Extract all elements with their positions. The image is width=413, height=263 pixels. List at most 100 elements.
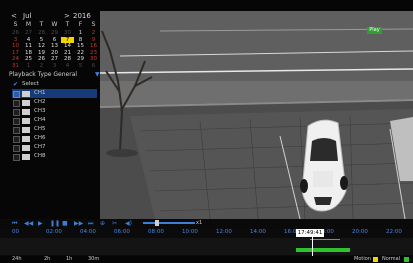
calendar-day[interactable]: 16 (87, 43, 100, 50)
playback-type[interactable]: Playback Type General ▼ (9, 70, 100, 79)
zoom-1h-button[interactable]: 1h (66, 256, 72, 263)
calendar-day[interactable]: 9 (87, 37, 100, 44)
calendar-day[interactable]: 13 (48, 43, 61, 50)
calendar-day[interactable]: 1 (22, 63, 35, 70)
calendar-day[interactable]: 26 (9, 30, 22, 37)
calendar-day[interactable]: 27 (48, 56, 61, 63)
channel-checkbox[interactable] (13, 118, 20, 125)
check-icon[interactable]: ✔ (13, 80, 18, 89)
chevron-down-icon[interactable]: ▼ (95, 70, 100, 79)
channel-checkbox[interactable] (13, 91, 20, 98)
calendar-day[interactable]: 1 (74, 30, 87, 37)
channel-checkbox[interactable] (13, 109, 20, 116)
record-segment[interactable] (296, 248, 350, 252)
calendar-day[interactable]: 27 (22, 30, 35, 37)
normal-legend-swatch (404, 257, 409, 262)
calendar-day[interactable]: 5 (35, 37, 48, 44)
record-segment-indicator (310, 239, 340, 240)
calendar-day[interactable]: 4 (22, 37, 35, 44)
calendar-day[interactable]: 8 (74, 37, 87, 44)
calendar-day[interactable]: 30 (87, 56, 100, 63)
prev-month-button[interactable]: < (11, 12, 17, 21)
calendar-day[interactable]: 30 (61, 30, 74, 37)
calendar-day[interactable]: 24 (9, 56, 22, 63)
channel-list: ✔ Select CH1 CH2 CH3 CH4 CH5 CH6 CH7 CH8 (12, 80, 97, 161)
channel-row[interactable]: CH8 (12, 152, 97, 161)
calendar-day[interactable]: 3 (9, 37, 22, 44)
calendar-day[interactable]: 22 (74, 50, 87, 57)
speed-slider[interactable] (143, 222, 195, 224)
calendar-day[interactable]: 14 (61, 43, 74, 50)
zoom-24h-button[interactable]: 24h (12, 256, 22, 263)
playback-window: < Jul > 2016 SMTWTFS 26 27 28 29 30 1 2 3 4 5 6 7 8 9… (0, 0, 413, 263)
channel-checkbox[interactable] (13, 145, 20, 152)
channel-row[interactable]: CH7 (12, 143, 97, 152)
calendar-day[interactable]: 12 (35, 43, 48, 50)
timeline-hour-label: 04:00 (80, 229, 96, 235)
calendar-day[interactable]: 4 (61, 63, 74, 70)
calendar-day[interactable]: 17 (9, 50, 22, 57)
timeline-hour-label: 10:00 (182, 229, 198, 235)
channel-row[interactable]: CH4 (12, 116, 97, 125)
channel-row[interactable]: CH5 (12, 125, 97, 134)
channel-row[interactable]: CH3 (12, 107, 97, 116)
channel-row[interactable]: CH2 (12, 98, 97, 107)
calendar-day[interactable]: 6 (48, 37, 61, 44)
channel-checkbox[interactable] (13, 100, 20, 107)
calendar-day[interactable]: 2 (35, 63, 48, 70)
calendar-day[interactable]: 2 (87, 30, 100, 37)
step-forward-icon[interactable]: ⏭ (88, 220, 93, 228)
calendar-day[interactable]: 25 (22, 56, 35, 63)
calendar-day[interactable]: 20 (48, 50, 61, 57)
select-all-row[interactable]: ✔ Select (12, 80, 97, 89)
calendar-day[interactable]: 29 (48, 30, 61, 37)
timeline-track[interactable] (0, 238, 413, 255)
calendar-day[interactable]: 18 (22, 50, 35, 57)
calendar-day[interactable]: 28 (61, 56, 74, 63)
snapshot-icon[interactable]: ✂ (112, 220, 117, 228)
channel-checkbox[interactable] (13, 154, 20, 161)
zoom-30m-button[interactable]: 30m (88, 256, 99, 263)
calendar-day[interactable]: 10 (9, 43, 22, 50)
channel-row[interactable]: CH6 (12, 134, 97, 143)
next-month-button[interactable]: > (64, 12, 70, 21)
speed-slider-handle[interactable] (155, 220, 159, 226)
channel-checkbox[interactable] (13, 127, 20, 134)
timeline[interactable]: 00 02:00 04:00 06:00 08:00 10:00 12:00 14:00 16:… (0, 229, 413, 256)
video-view[interactable]: Play (100, 11, 413, 219)
step-back-icon[interactable]: ◀◀ (24, 220, 33, 228)
weekday-label: W (51, 21, 58, 28)
zoom-2h-button[interactable]: 2h (44, 256, 50, 263)
pause-icon[interactable]: ❚❚ (50, 220, 60, 228)
channel-label: CH7 (34, 144, 46, 150)
camera-icon (22, 153, 30, 160)
calendar-day[interactable]: 23 (87, 50, 100, 57)
timeline-cursor[interactable] (312, 236, 313, 256)
channel-label: CH4 (34, 117, 46, 123)
calendar-day[interactable]: 6 (87, 63, 100, 70)
weekday-label: S (13, 21, 18, 28)
calendar-day[interactable]: 26 (35, 56, 48, 63)
calendar-day[interactable]: 19 (35, 50, 48, 57)
channel-checkbox[interactable] (13, 136, 20, 143)
zoom-icon[interactable]: ⊕ (100, 220, 105, 228)
calendar-day[interactable]: 21 (61, 50, 74, 57)
calendar-day[interactable]: 11 (22, 43, 35, 50)
camera-icon (22, 135, 30, 142)
calendar-day[interactable]: 5 (74, 63, 87, 70)
calendar-day[interactable]: 28 (35, 30, 48, 37)
calendar-day[interactable]: 31 (9, 63, 22, 70)
calendar-day[interactable]: 29 (74, 56, 87, 63)
calendar-day[interactable]: 7 (61, 36, 74, 44)
rewind-icon[interactable]: ⏮ (12, 220, 17, 228)
playback-type-value[interactable]: General (53, 71, 77, 78)
channel-row[interactable]: CH1 (12, 89, 97, 98)
calendar-day[interactable]: 3 (48, 63, 61, 70)
channel-label: CH8 (34, 153, 46, 159)
stop-icon[interactable]: ■ (62, 220, 68, 228)
fast-forward-icon[interactable]: ▶▶ (74, 220, 83, 228)
volume-icon[interactable]: ◀) (125, 220, 132, 228)
play-icon[interactable]: ▶ (38, 220, 43, 228)
playback-toolbar: ⏮ ◀◀ ▶ ❚❚ ■ ▶▶ ⏭ ⊕ ✂ ◀) x1 (0, 219, 413, 229)
calendar-day[interactable]: 15 (74, 43, 87, 50)
